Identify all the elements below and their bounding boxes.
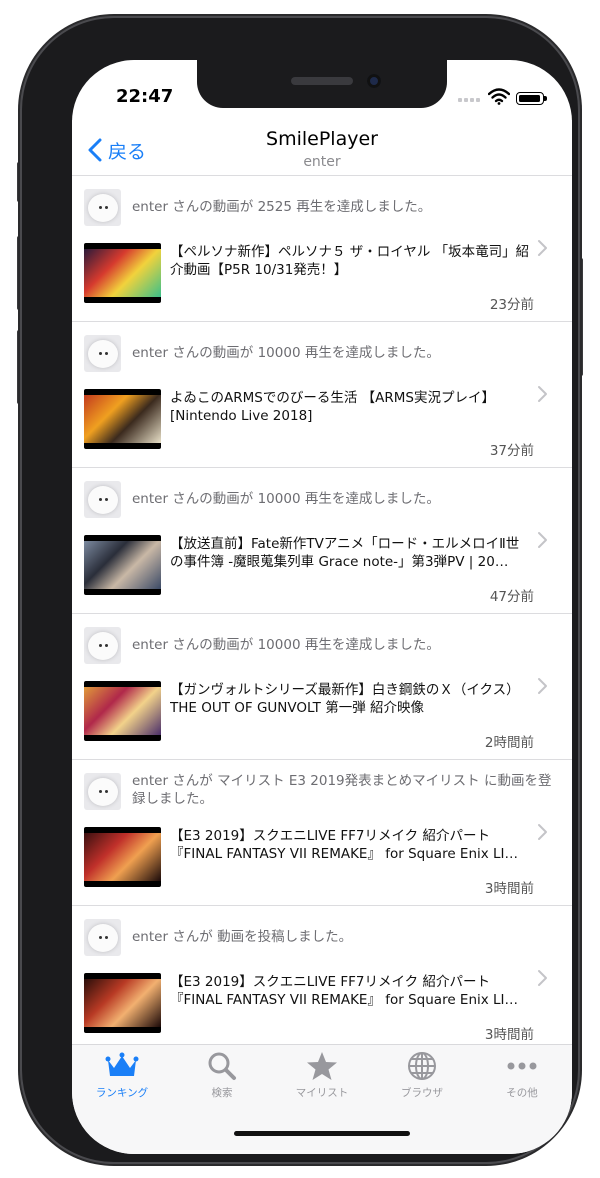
tab-label: マイリスト (295, 1087, 349, 1099)
video-thumbnail (84, 535, 161, 595)
tab-more[interactable]: その他 (472, 1051, 572, 1111)
star-icon (307, 1052, 337, 1080)
page-title: SmilePlayer (266, 128, 378, 150)
globe-icon (408, 1052, 436, 1080)
tab-mylist[interactable]: マイリスト (272, 1051, 372, 1111)
tab-label: その他 (506, 1087, 538, 1099)
activity-message: enter さんの動画が 10000 再生を達成しました。 (132, 491, 440, 507)
activity-message: enter さんの動画が 2525 再生を達成しました。 (132, 199, 432, 215)
tab-ranking[interactable]: ランキング (72, 1051, 172, 1111)
timestamp: 47分前 (489, 589, 534, 605)
activity-item[interactable]: enter さんが マイリスト E3 2019発表まとめマイリスト に動画を登録… (72, 760, 572, 906)
chevron-right-icon (538, 532, 547, 548)
tab-label: 検索 (211, 1087, 233, 1099)
activity-list: enter さんの動画が 2525 再生を達成しました。 【ペルソナ新作】ペルソ… (72, 176, 572, 1042)
video-thumbnail (84, 243, 161, 303)
timestamp: 37分前 (489, 443, 534, 459)
avatar (84, 919, 121, 956)
tab-label: ランキング (95, 1087, 149, 1099)
tab-browser[interactable]: ブラウザ (372, 1051, 472, 1111)
avatar (84, 481, 121, 518)
battery-icon (516, 92, 547, 105)
video-thumbnail (84, 681, 161, 741)
status-time: 22:47 (116, 86, 174, 107)
home-indicator[interactable] (234, 1131, 410, 1136)
activity-message: enter さんの動画が 10000 再生を達成しました。 (132, 345, 440, 361)
crown-icon (105, 1052, 139, 1076)
avatar (84, 335, 121, 372)
navigation-bar: 戻る SmilePlayer enter (72, 120, 572, 176)
avatar (84, 627, 121, 664)
timestamp: 3時間前 (484, 881, 534, 897)
notch (197, 60, 447, 108)
tab-bar: ランキング 検索 マイリスト ブラウザ その他 (72, 1044, 572, 1154)
status-icons (458, 84, 558, 108)
tab-label: ブラウザ (401, 1087, 443, 1099)
activity-item[interactable]: enter さんが 動画を投稿しました。 【E3 2019】スクエニLIVE F… (72, 906, 572, 1042)
activity-message: enter さんの動画が 10000 再生を達成しました。 (132, 637, 440, 653)
video-thumbnail (84, 827, 161, 887)
chevron-right-icon (538, 386, 547, 402)
activity-item[interactable]: enter さんの動画が 10000 再生を達成しました。 よゐこのARMSでの… (72, 322, 572, 468)
video-title: 【ガンヴォルトシリーズ最新作】白き鋼鉄のＸ（イクス）THE OUT OF GUN… (170, 682, 520, 716)
video-title: 【E3 2019】スクエニLIVE FF7リメイク 紹介パート 『FINAL F… (170, 974, 519, 1008)
phone-frame: 22:47 戻る SmilePlayer enter enter さんの動画が … (22, 18, 578, 1162)
search-icon (208, 1052, 236, 1080)
speaker (291, 77, 353, 85)
activity-message: enter さんが マイリスト E3 2019発表まとめマイリスト に動画を登録… (132, 773, 552, 807)
more-icon (507, 1062, 537, 1070)
video-title: 【E3 2019】スクエニLIVE FF7リメイク 紹介パート 『FINAL F… (170, 828, 519, 862)
video-title: よゐこのARMSでのびーる生活 【ARMS実況プレイ】[Nintendo Liv… (170, 390, 495, 424)
avatar (84, 189, 121, 226)
chevron-right-icon (538, 824, 547, 840)
tab-search[interactable]: 検索 (172, 1051, 272, 1111)
chevron-right-icon (538, 678, 547, 694)
wifi-icon (488, 88, 510, 105)
activity-item[interactable]: enter さんの動画が 2525 再生を達成しました。 【ペルソナ新作】ペルソ… (72, 176, 572, 322)
activity-item[interactable]: enter さんの動画が 10000 再生を達成しました。 【ガンヴォルトシリー… (72, 614, 572, 760)
page-subtitle: enter (303, 154, 341, 170)
timestamp: 3時間前 (484, 1027, 534, 1042)
chevron-right-icon (538, 240, 547, 256)
activity-item[interactable]: enter さんの動画が 10000 再生を達成しました。 【放送直前】Fate… (72, 468, 572, 614)
video-title: 【放送直前】Fate新作TVアニメ「ロード・エルメロイⅡ世の事件簿 -魔眼蒐集列… (170, 536, 520, 570)
chevron-right-icon (538, 970, 547, 986)
video-thumbnail (84, 973, 161, 1033)
timestamp: 23分前 (489, 297, 534, 313)
avatar (84, 773, 121, 810)
screen: 22:47 戻る SmilePlayer enter enter さんの動画が … (72, 60, 572, 1154)
video-thumbnail (84, 389, 161, 449)
camera (367, 74, 381, 88)
activity-message: enter さんが 動画を投稿しました。 (132, 929, 353, 945)
timestamp: 2時間前 (484, 735, 534, 751)
video-title: 【ペルソナ新作】ペルソナ５ ザ・ロイヤル 「坂本竜司」紹介動画【P5R 10/3… (170, 244, 530, 278)
